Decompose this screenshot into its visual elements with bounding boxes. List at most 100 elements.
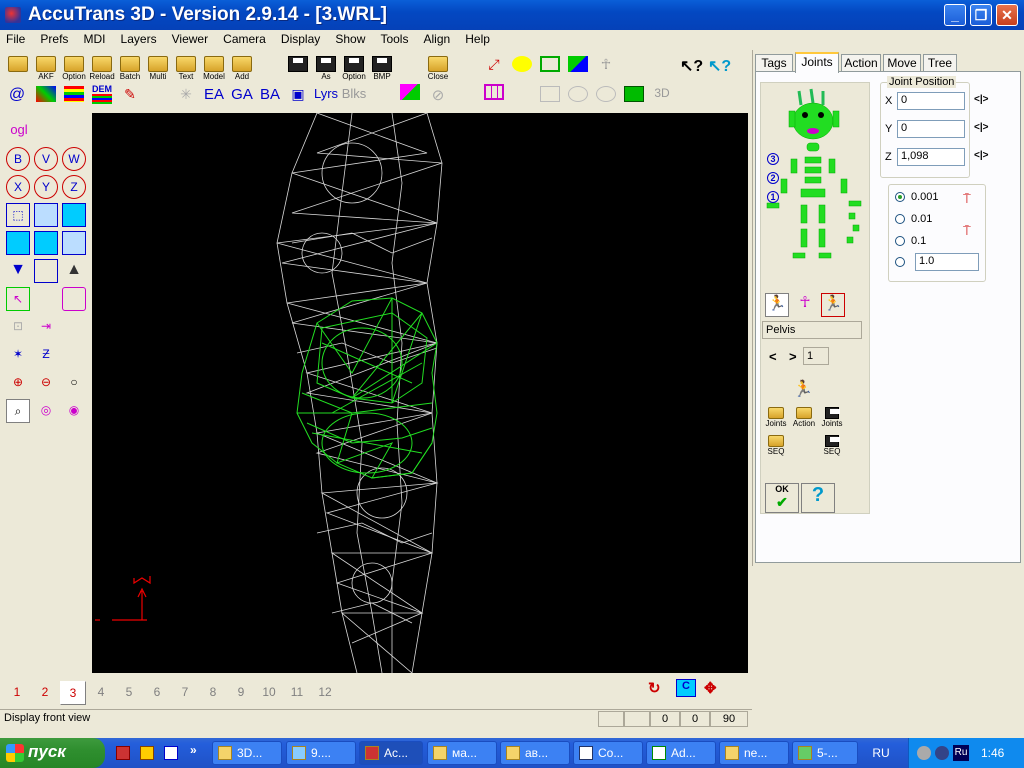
viewport-11-button[interactable]: 11 bbox=[284, 681, 310, 705]
cube-button[interactable]: ▣ bbox=[284, 86, 312, 102]
joint-index-field[interactable]: 1 bbox=[803, 347, 829, 365]
viewport-7-button[interactable]: 7 bbox=[172, 681, 198, 705]
pan-c-button[interactable]: ✥ bbox=[704, 679, 717, 697]
menu-layers[interactable]: Layers bbox=[115, 30, 163, 46]
quicklaunch-icon-2[interactable] bbox=[140, 746, 154, 760]
task-button-2[interactable]: 9.... bbox=[286, 741, 356, 765]
view-cube-4-button[interactable] bbox=[6, 231, 30, 255]
menu-display[interactable]: Display bbox=[275, 30, 326, 46]
view-cube-2-button[interactable] bbox=[34, 203, 58, 227]
task-button-5[interactable]: ав... bbox=[500, 741, 570, 765]
open-akf-button[interactable]: AKF bbox=[32, 56, 60, 81]
batch-button[interactable]: Batch bbox=[116, 56, 144, 81]
menu-mdi[interactable]: MDI bbox=[77, 30, 111, 46]
open-option-button[interactable]: Option bbox=[60, 56, 88, 81]
rotate-z-button[interactable]: Z bbox=[62, 175, 86, 199]
rotate-w-button[interactable]: W bbox=[62, 147, 86, 171]
frame-button[interactable] bbox=[62, 287, 86, 311]
quicklaunch-icon-1[interactable] bbox=[116, 746, 130, 760]
quicklaunch-icon-3[interactable] bbox=[164, 746, 178, 760]
node-move-button[interactable]: ⇥ bbox=[34, 315, 58, 339]
viewport-4-button[interactable]: 4 bbox=[88, 681, 114, 705]
step-b-button[interactable]: ⍑ bbox=[963, 223, 971, 239]
minimize-button[interactable]: _ bbox=[944, 4, 966, 26]
zoom-window-button[interactable]: ⌕ bbox=[6, 399, 30, 423]
gray-a-button[interactable] bbox=[536, 86, 564, 102]
save-joints-button[interactable]: Joints bbox=[819, 407, 845, 428]
axis-z-button[interactable]: Ƶ bbox=[34, 343, 58, 367]
transform-arrows-button[interactable]: ⤢ bbox=[480, 56, 508, 72]
measure-button[interactable]: ✳ bbox=[172, 86, 200, 102]
level-1-button[interactable]: 1 bbox=[767, 191, 779, 203]
task-button-8[interactable]: ne... bbox=[719, 741, 789, 765]
view-cube-6-button[interactable] bbox=[62, 231, 86, 255]
view-cube-7-button[interactable] bbox=[34, 259, 58, 283]
pose-walk-button[interactable]: 🏃 bbox=[765, 293, 789, 317]
view-cube-5-button[interactable] bbox=[34, 231, 58, 255]
text-button[interactable]: Text bbox=[172, 56, 200, 81]
save-button[interactable] bbox=[284, 56, 312, 72]
zoom-fit-button[interactable]: ◎ bbox=[34, 399, 58, 423]
no-texture-button[interactable]: ⊘ bbox=[424, 86, 452, 104]
save-seq-button[interactable]: SEQ bbox=[819, 435, 845, 456]
axes-button[interactable] bbox=[32, 86, 60, 102]
green-box-button[interactable] bbox=[620, 86, 648, 102]
add-button[interactable]: Add bbox=[228, 56, 256, 81]
tray-language-icon[interactable]: Ru bbox=[953, 745, 969, 761]
y-field[interactable]: 0 bbox=[897, 120, 965, 138]
step-option-custom[interactable] bbox=[895, 257, 905, 267]
help-pointer-blue-button[interactable]: ↖? bbox=[704, 56, 732, 75]
save-bmp-button[interactable]: BMP bbox=[368, 56, 396, 81]
task-button-6[interactable]: Co... bbox=[573, 741, 643, 765]
close-button[interactable]: ✕ bbox=[996, 4, 1018, 26]
flip-down-button[interactable]: ▼ bbox=[6, 259, 30, 283]
zoom-button[interactable]: ○ bbox=[62, 371, 86, 395]
rotate-x-button[interactable]: X bbox=[6, 175, 30, 199]
view-cube-3-button[interactable] bbox=[62, 203, 86, 227]
viewport-8-button[interactable]: 8 bbox=[200, 681, 226, 705]
rotate-b-button[interactable]: B bbox=[6, 147, 30, 171]
step-option-001[interactable]: 0.01 bbox=[895, 213, 932, 225]
app-icon[interactable] bbox=[5, 7, 21, 23]
gray-b-button[interactable] bbox=[564, 86, 592, 102]
task-button-4[interactable]: ма... bbox=[427, 741, 497, 765]
save-option-button[interactable]: Option bbox=[340, 56, 368, 81]
viewport-6-button[interactable]: 6 bbox=[144, 681, 170, 705]
rotate-y-button[interactable]: Y bbox=[34, 175, 58, 199]
select-button[interactable]: ↖ bbox=[6, 287, 30, 311]
quicklaunch-more-icon[interactable]: » bbox=[190, 743, 197, 757]
z-nudge-button[interactable]: <|> bbox=[974, 150, 988, 161]
close-model-button[interactable]: Close bbox=[424, 56, 452, 81]
step-custom-field[interactable]: 1.0 bbox=[915, 253, 979, 271]
task-button-9[interactable]: 5-... bbox=[792, 741, 858, 765]
model-button[interactable]: Model bbox=[200, 56, 228, 81]
start-button[interactable]: пуск bbox=[0, 738, 105, 768]
viewport-3-button[interactable]: 3 bbox=[60, 681, 86, 705]
center-c-button[interactable]: C bbox=[676, 679, 696, 697]
viewport-1-button[interactable]: 1 bbox=[4, 681, 30, 705]
ea-button[interactable]: EA bbox=[200, 86, 228, 103]
menu-show[interactable]: Show bbox=[329, 30, 371, 46]
ogl-button[interactable]: ogl bbox=[4, 119, 34, 143]
tray-icon-1[interactable] bbox=[917, 746, 931, 760]
language-indicator[interactable]: RU bbox=[866, 746, 896, 760]
next-joint-button[interactable]: > bbox=[789, 349, 797, 364]
menu-file[interactable]: File bbox=[0, 30, 31, 46]
menu-camera[interactable]: Camera bbox=[217, 30, 272, 46]
task-button-7[interactable]: Ad... bbox=[646, 741, 716, 765]
tab-move[interactable]: Move bbox=[883, 54, 921, 72]
viewport-2-button[interactable]: 2 bbox=[32, 681, 58, 705]
layers-color-button[interactable] bbox=[60, 86, 88, 102]
grid-button[interactable] bbox=[480, 84, 508, 100]
y-nudge-button[interactable]: <|> bbox=[974, 122, 988, 133]
tab-tags[interactable]: Tags bbox=[755, 54, 793, 72]
multi-button[interactable]: Multi bbox=[144, 56, 172, 81]
task-button-1[interactable]: 3D... bbox=[212, 741, 282, 765]
step-a-button[interactable]: ⍑ bbox=[963, 191, 971, 207]
save-as-button[interactable]: As bbox=[312, 56, 340, 81]
z-field[interactable]: 1,098 bbox=[897, 148, 965, 166]
help-button[interactable]: ? bbox=[801, 483, 835, 513]
open-button[interactable] bbox=[4, 56, 32, 72]
viewport-3d[interactable] bbox=[92, 113, 748, 673]
menu-viewer[interactable]: Viewer bbox=[166, 30, 214, 46]
